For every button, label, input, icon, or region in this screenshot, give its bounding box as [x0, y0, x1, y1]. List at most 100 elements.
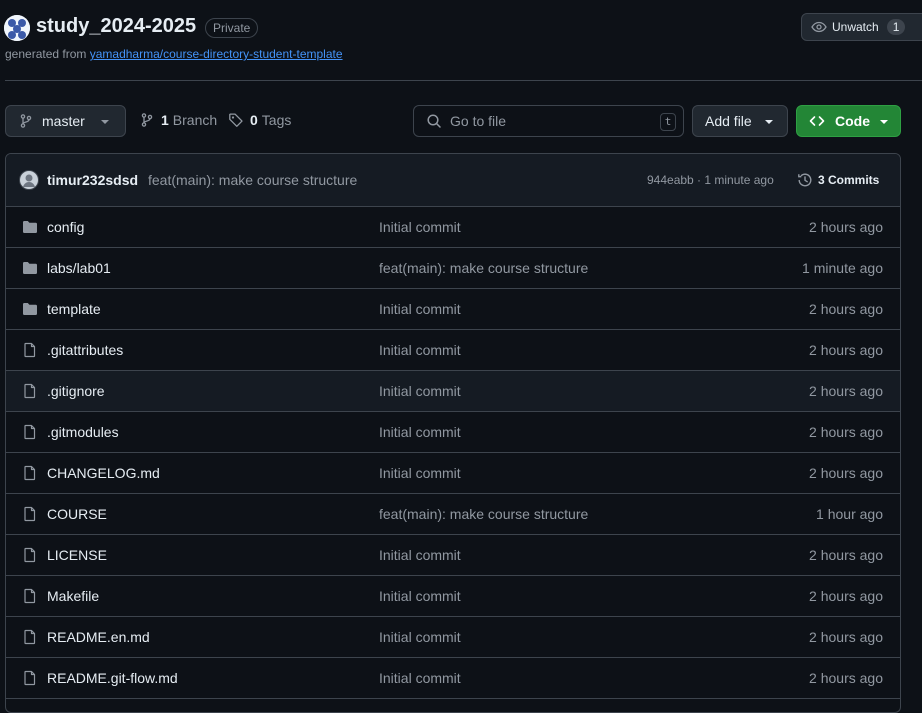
tag-icon: [228, 112, 244, 128]
branches-link[interactable]: 1 Branch: [139, 112, 217, 128]
file-age: 1 minute ago: [802, 260, 883, 276]
unwatch-button[interactable]: Unwatch 1: [801, 13, 922, 41]
file-age: 2 hours ago: [809, 629, 883, 645]
file-name[interactable]: README.git-flow.md: [47, 670, 178, 686]
eye-icon: [811, 19, 827, 35]
repo-owner-avatar[interactable]: [4, 15, 30, 41]
file-commit-message[interactable]: Initial commit: [379, 383, 461, 399]
file-table: timur232sdsd feat(main): make course str…: [5, 153, 901, 713]
file-name[interactable]: .gitattributes: [47, 342, 123, 358]
visibility-badge: Private: [205, 18, 259, 38]
repo-header: study_2024-2025 Private generated from y…: [0, 0, 922, 80]
chevron-down-icon: [880, 120, 888, 124]
template-link[interactable]: yamadharma/course-directory-student-temp…: [90, 47, 343, 61]
add-file-label: Add file: [705, 113, 752, 129]
generated-from: generated from yamadharma/course-directo…: [5, 47, 343, 61]
go-to-file-search[interactable]: t: [413, 105, 684, 137]
branch-count-label: Branch: [172, 112, 218, 128]
branch-count: 1: [161, 112, 169, 128]
file-commit-message[interactable]: Initial commit: [379, 424, 461, 440]
file-name[interactable]: LICENSE: [47, 547, 107, 563]
branch-selector[interactable]: master: [5, 105, 126, 137]
file-icon: [22, 670, 38, 686]
author-avatar[interactable]: [19, 170, 39, 190]
latest-commit-bar: timur232sdsd feat(main): make course str…: [6, 154, 900, 207]
add-file-button[interactable]: Add file: [692, 105, 788, 137]
repo-name[interactable]: study_2024-2025: [36, 15, 196, 38]
file-name[interactable]: README.en.md: [47, 629, 150, 645]
file-row[interactable]: Makefile Initial commit 2 hours ago: [6, 576, 900, 617]
file-commit-message[interactable]: Initial commit: [379, 670, 461, 686]
file-commit-message[interactable]: feat(main): make course structure: [379, 260, 588, 276]
commits-count: 3 Commits: [818, 173, 880, 187]
code-icon: [809, 113, 825, 129]
file-age: 2 hours ago: [809, 588, 883, 604]
search-icon: [426, 113, 442, 129]
history-icon: [797, 172, 813, 188]
tag-count: 0: [250, 112, 258, 128]
file-row[interactable]: COURSE feat(main): make course structure…: [6, 494, 900, 535]
file-row[interactable]: LICENSE Initial commit 2 hours ago: [6, 535, 900, 576]
watch-count: 1: [886, 19, 906, 35]
file-name[interactable]: COURSE: [47, 506, 107, 522]
file-row[interactable]: config Initial commit 2 hours ago: [6, 207, 900, 248]
file-age: 2 hours ago: [809, 219, 883, 235]
file-icon: [22, 506, 38, 522]
file-icon: [22, 465, 38, 481]
file-age: 2 hours ago: [809, 547, 883, 563]
tags-link[interactable]: 0 Tags: [228, 112, 291, 128]
file-row[interactable]: CHANGELOG.md Initial commit 2 hours ago: [6, 453, 900, 494]
file-name[interactable]: config: [47, 219, 84, 235]
file-commit-message[interactable]: Initial commit: [379, 465, 461, 481]
file-commit-message[interactable]: Initial commit: [379, 301, 461, 317]
branch-name: master: [42, 113, 85, 129]
file-commit-message[interactable]: Initial commit: [379, 547, 461, 563]
file-icon: [22, 424, 38, 440]
unwatch-label: Unwatch: [832, 20, 879, 34]
file-icon: [22, 629, 38, 645]
folder-icon: [22, 219, 38, 235]
file-commit-message[interactable]: feat(main): make course structure: [379, 506, 588, 522]
file-age: 2 hours ago: [809, 424, 883, 440]
header-divider: [5, 80, 922, 81]
file-row[interactable]: .gitignore Initial commit 2 hours ago: [6, 371, 900, 412]
file-row[interactable]: README.en.md Initial commit 2 hours ago: [6, 617, 900, 658]
file-list: config Initial commit 2 hours ago labs/l…: [6, 207, 900, 699]
file-commit-message[interactable]: Initial commit: [379, 342, 461, 358]
file-age: 2 hours ago: [809, 383, 883, 399]
file-row[interactable]: .gitattributes Initial commit 2 hours ag…: [6, 330, 900, 371]
file-age: 2 hours ago: [809, 342, 883, 358]
file-age: 2 hours ago: [809, 465, 883, 481]
commit-hash-time[interactable]: 944eabb · 1 minute ago: [647, 173, 774, 187]
file-row[interactable]: .gitmodules Initial commit 2 hours ago: [6, 412, 900, 453]
code-button[interactable]: Code: [796, 105, 901, 137]
file-icon: [22, 547, 38, 563]
file-row[interactable]: labs/lab01 feat(main): make course struc…: [6, 248, 900, 289]
file-commit-message[interactable]: Initial commit: [379, 629, 461, 645]
file-name[interactable]: labs/lab01: [47, 260, 111, 276]
file-name[interactable]: .gitmodules: [47, 424, 119, 440]
commit-author[interactable]: timur232sdsd: [47, 172, 138, 188]
tag-count-label: Tags: [261, 112, 292, 128]
file-icon: [22, 342, 38, 358]
file-row[interactable]: README.git-flow.md Initial commit 2 hour…: [6, 658, 900, 699]
file-age: 2 hours ago: [809, 670, 883, 686]
folder-icon: [22, 260, 38, 276]
commit-message[interactable]: feat(main): make course structure: [148, 172, 357, 188]
file-name[interactable]: .gitignore: [47, 383, 105, 399]
file-name[interactable]: template: [47, 301, 101, 317]
go-to-file-input[interactable]: [450, 113, 650, 129]
branch-icon: [18, 113, 34, 129]
file-row[interactable]: template Initial commit 2 hours ago: [6, 289, 900, 330]
chevron-down-icon: [765, 120, 773, 124]
file-icon: [22, 588, 38, 604]
commits-history-link[interactable]: 3 Commits: [797, 172, 879, 188]
folder-icon: [22, 301, 38, 317]
generated-prefix: generated from: [5, 47, 87, 61]
file-name[interactable]: CHANGELOG.md: [47, 465, 160, 481]
file-commit-message[interactable]: Initial commit: [379, 219, 461, 235]
file-commit-message[interactable]: Initial commit: [379, 588, 461, 604]
file-name[interactable]: Makefile: [47, 588, 99, 604]
file-age: 2 hours ago: [809, 301, 883, 317]
file-age: 1 hour ago: [816, 506, 883, 522]
